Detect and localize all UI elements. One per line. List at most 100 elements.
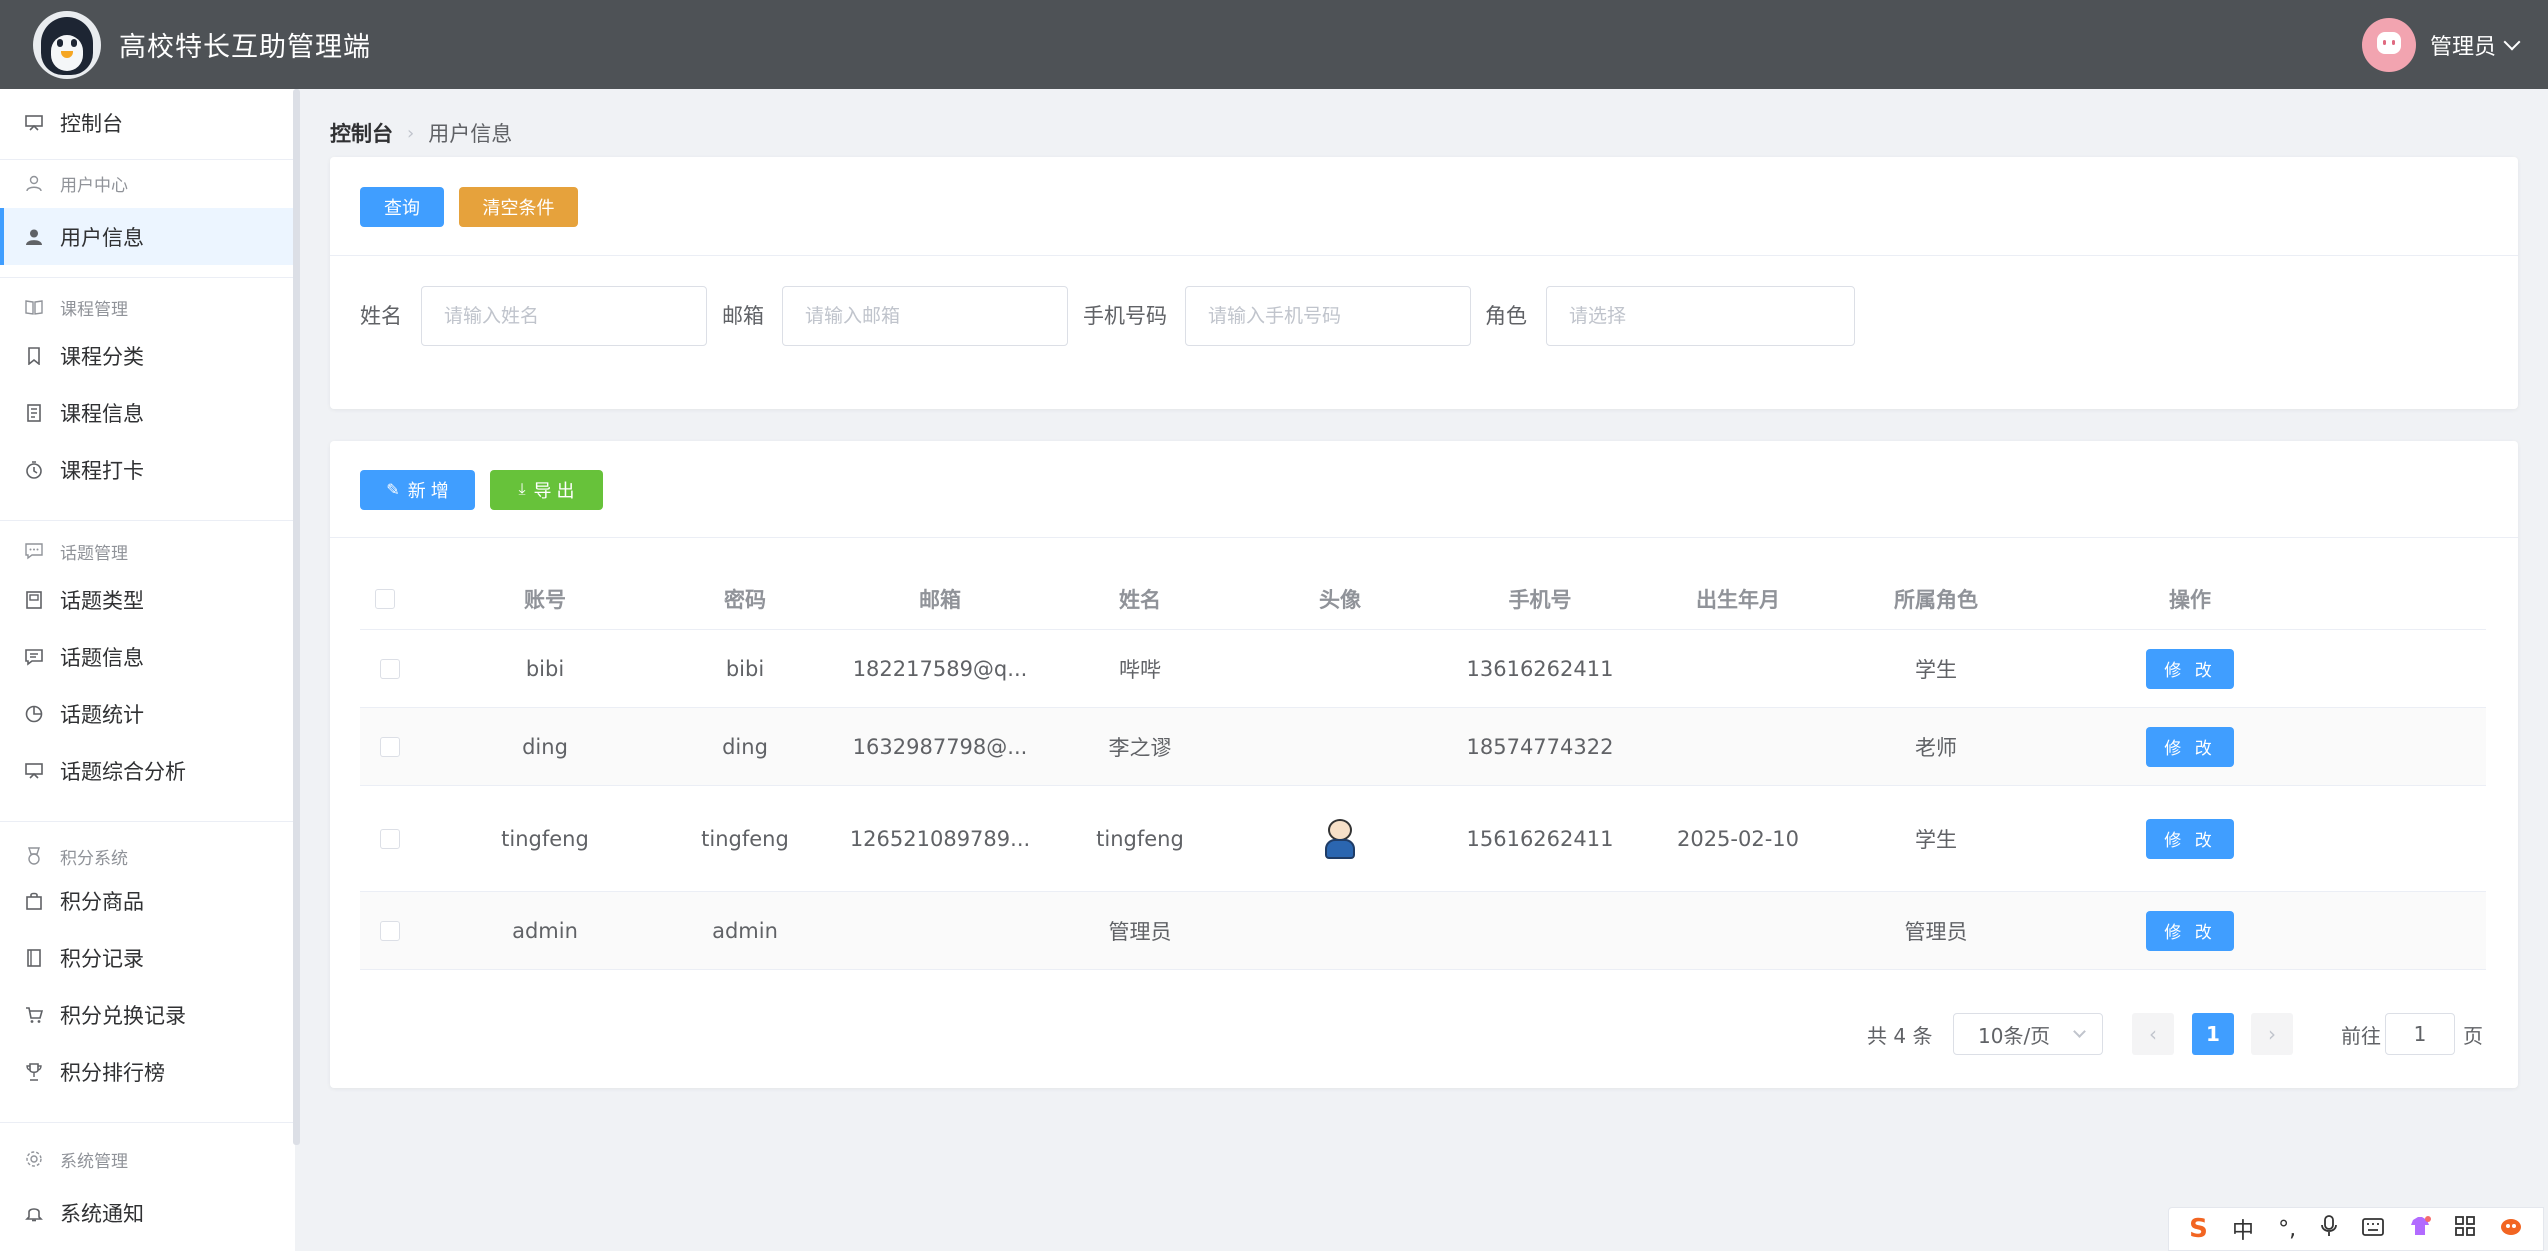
page-size-select[interactable]: 10条/页 <box>1953 1013 2103 1055</box>
table-row: bibi bibi 182217589@q... 哔哔 13616262411 … <box>360 630 2486 708</box>
table-header: 账号 密码 邮箱 姓名 头像 手机号 出生年月 所属角色 操作 <box>360 568 2486 630</box>
sidebar: 控制台 用户中心 用户信息 课程管理 课程分类 课程信息 课程打卡 话题管理 话… <box>0 89 295 1251</box>
edit-button[interactable]: 修 改 <box>2146 910 2234 951</box>
sidebar-item-points-exchange[interactable]: 积分兑换记录 <box>0 986 293 1043</box>
sidebar-item-topic-type[interactable]: 话题类型 <box>0 571 293 628</box>
sidebar-item-label: 积分兑换记录 <box>60 1003 186 1028</box>
sidebar-item-label: 课程信息 <box>60 401 144 426</box>
breadcrumb-home[interactable]: 控制台 <box>330 118 393 148</box>
next-page-button[interactable]: › <box>2251 1013 2293 1055</box>
cell-role: 老师 <box>1915 735 1957 760</box>
punctuation-icon[interactable]: °, <box>2278 1217 2296 1242</box>
timer-icon <box>24 460 44 480</box>
phone-label: 手机号码 <box>1083 304 1167 328</box>
cell-phone: 15616262411 <box>1466 826 1614 851</box>
cell-phone: 18574774322 <box>1466 734 1614 759</box>
chevron-right-icon: › <box>407 122 415 144</box>
collection-icon <box>24 590 44 610</box>
name-label: 姓名 <box>360 304 402 328</box>
chevron-down-icon[interactable] <box>2503 33 2521 50</box>
user-icon <box>24 173 44 193</box>
user-filled-icon <box>24 227 44 247</box>
table-row: admin admin 管理员 管理员 修 改 <box>360 892 2486 970</box>
pie-chart-icon <box>24 704 44 724</box>
sidebar-item-course-info[interactable]: 课程信息 <box>0 384 293 441</box>
sidebar-item-topic-stats[interactable]: 话题统计 <box>0 685 293 742</box>
sidebar-item-dashboard[interactable]: 控制台 <box>0 94 293 151</box>
dashboard-icon <box>24 113 44 133</box>
email-input[interactable] <box>782 286 1068 346</box>
sidebar-item-label: 话题信息 <box>60 645 144 670</box>
row-checkbox[interactable] <box>380 658 400 679</box>
chat-dots-icon <box>24 541 44 561</box>
cell-role: 学生 <box>1915 827 1957 852</box>
gear-icon <box>24 1149 44 1169</box>
table-card: ✎ 新 增 ⤓ 导 出 账号 密码 邮箱 姓名 头像 手机号 出生年月 所属角色 操… <box>330 441 2518 1088</box>
cell-name: 哔哔 <box>1119 657 1161 682</box>
table-row: tingfeng tingfeng 126521089789... tingfe… <box>360 786 2486 892</box>
sidebar-item-user-info[interactable]: 用户信息 <box>0 208 293 265</box>
cell-name: 管理员 <box>1108 919 1172 944</box>
group-system-mgmt: 系统管理 <box>0 1137 293 1181</box>
sidebar-item-label: 课程分类 <box>60 344 144 369</box>
penguin-logo <box>33 10 101 79</box>
cell-role: 学生 <box>1915 657 1957 682</box>
user-avatar[interactable] <box>2361 17 2416 72</box>
row-checkbox[interactable] <box>380 828 400 849</box>
role-select[interactable] <box>1546 286 1855 346</box>
edit-button[interactable]: 修 改 <box>2146 726 2234 767</box>
row-checkbox[interactable] <box>380 736 400 757</box>
select-all-checkbox[interactable] <box>375 588 395 609</box>
row-checkbox[interactable] <box>380 920 400 941</box>
chevron-right-icon: › <box>2268 1022 2276 1046</box>
notebook-icon <box>24 403 44 423</box>
edit-button[interactable]: 修 改 <box>2146 648 2234 689</box>
query-button[interactable]: 查询 <box>360 187 444 227</box>
sidebar-item-system-notice[interactable]: 系统通知 <box>0 1184 293 1241</box>
add-button[interactable]: ✎ 新 增 <box>360 470 475 510</box>
sidebar-item-points-records[interactable]: 积分记录 <box>0 929 293 986</box>
sidebar-item-label: 用户信息 <box>60 225 144 250</box>
sidebar-item-topic-analysis[interactable]: 话题综合分析 <box>0 742 293 799</box>
cell-account: admin <box>512 918 578 943</box>
page-number-button[interactable]: 1 <box>2192 1013 2234 1055</box>
bell-icon <box>24 1203 44 1223</box>
skin-icon[interactable] <box>2409 1216 2431 1242</box>
cell-password: bibi <box>725 656 765 681</box>
email-label: 邮箱 <box>722 304 764 328</box>
phone-input[interactable] <box>1185 286 1471 346</box>
sidebar-item-points-ranking[interactable]: 积分排行榜 <box>0 1043 293 1100</box>
sidebar-scrollbar[interactable] <box>293 89 300 1145</box>
grid-menu-icon[interactable] <box>2454 1216 2475 1242</box>
cell-phone: 13616262411 <box>1466 656 1614 681</box>
search-card: 查询 清空条件 姓名 邮箱 手机号码 角色 <box>330 157 2518 409</box>
clear-conditions-button[interactable]: 清空条件 <box>459 187 578 227</box>
mascot-icon[interactable] <box>2499 1216 2523 1242</box>
col-role: 所属角色 <box>1894 587 1978 612</box>
pagination-total: 共 4 条 <box>1867 1023 1933 1048</box>
sidebar-item-course-checkin[interactable]: 课程打卡 <box>0 441 293 498</box>
user-name[interactable]: 管理员 <box>2430 29 2496 61</box>
edit-button[interactable]: 修 改 <box>2146 818 2234 859</box>
sidebar-item-topic-info[interactable]: 话题信息 <box>0 628 293 685</box>
keyboard-icon[interactable] <box>2362 1217 2385 1242</box>
ime-language-toggle[interactable]: 中 <box>2232 1213 2254 1245</box>
cell-email: 182217589@q... <box>852 656 1028 681</box>
chat-line-icon <box>24 647 44 667</box>
user-menu[interactable]: 管理员 <box>2361 0 2521 89</box>
cell-email: 1632987798@... <box>852 734 1028 759</box>
sidebar-item-label: 系统通知 <box>60 1201 144 1226</box>
sidebar-item-course-category[interactable]: 课程分类 <box>0 327 293 384</box>
export-button[interactable]: ⤓ 导 出 <box>490 470 603 510</box>
col-birth: 出生年月 <box>1696 587 1780 612</box>
prev-page-button[interactable]: ‹ <box>2132 1013 2174 1055</box>
sidebar-item-points-goods[interactable]: 积分商品 <box>0 872 293 929</box>
sogou-logo-icon[interactable]: S <box>2189 1214 2208 1244</box>
goto-label: 前往 <box>2341 1023 2381 1048</box>
book-open-icon <box>24 297 44 317</box>
name-input[interactable] <box>421 286 707 346</box>
microphone-icon[interactable] <box>2320 1215 2338 1243</box>
goto-page-input[interactable] <box>2385 1013 2455 1055</box>
chevron-left-icon: ‹ <box>2149 1022 2157 1046</box>
cell-account: ding <box>522 734 568 759</box>
